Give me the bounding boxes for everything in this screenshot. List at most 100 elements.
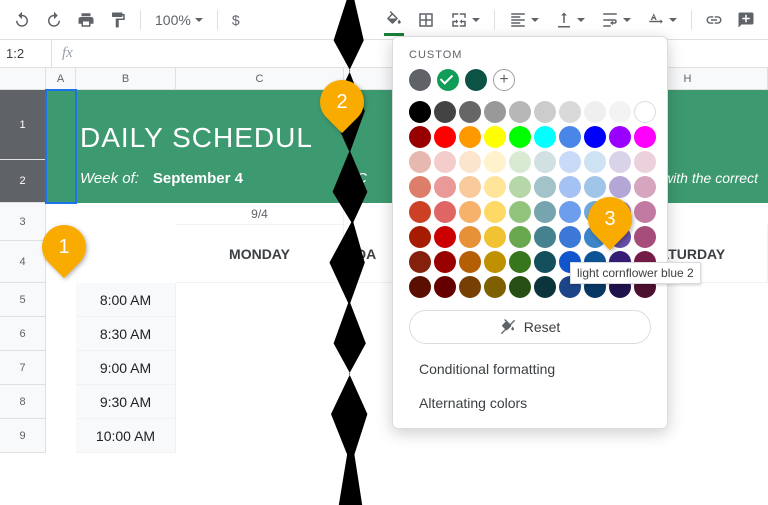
- currency-format-button[interactable]: $: [226, 6, 246, 34]
- undo-button[interactable]: [8, 6, 36, 34]
- palette-swatch[interactable]: [559, 201, 581, 223]
- merge-cells-dropdown[interactable]: [444, 6, 486, 34]
- palette-swatch[interactable]: [509, 176, 531, 198]
- custom-color-swatch[interactable]: [465, 69, 487, 91]
- palette-swatch[interactable]: [534, 126, 556, 148]
- palette-swatch[interactable]: [559, 151, 581, 173]
- time-cell[interactable]: 9:00 AM: [76, 351, 176, 385]
- palette-swatch[interactable]: [509, 251, 531, 273]
- palette-swatch[interactable]: [434, 101, 456, 123]
- palette-swatch[interactable]: [509, 226, 531, 248]
- fill-color-button[interactable]: [380, 6, 408, 34]
- print-button[interactable]: [72, 6, 100, 34]
- palette-swatch[interactable]: [584, 176, 606, 198]
- alternating-colors-link[interactable]: Alternating colors: [409, 386, 651, 420]
- time-cell[interactable]: 8:00 AM: [76, 283, 176, 317]
- palette-swatch[interactable]: [634, 226, 656, 248]
- row-header[interactable]: 3: [0, 203, 46, 241]
- palette-swatch[interactable]: [434, 276, 456, 298]
- row-header[interactable]: 7: [0, 351, 46, 385]
- row-header[interactable]: 1: [0, 90, 46, 160]
- palette-swatch[interactable]: [634, 151, 656, 173]
- palette-swatch[interactable]: [534, 251, 556, 273]
- zoom-dropdown[interactable]: 100%: [149, 6, 209, 34]
- palette-swatch[interactable]: [559, 176, 581, 198]
- palette-swatch[interactable]: [409, 126, 431, 148]
- column-header[interactable]: B: [76, 68, 176, 90]
- palette-swatch[interactable]: [409, 276, 431, 298]
- palette-swatch[interactable]: [534, 201, 556, 223]
- palette-swatch[interactable]: [409, 176, 431, 198]
- palette-swatch[interactable]: [409, 251, 431, 273]
- time-cell[interactable]: 9:30 AM: [76, 385, 176, 419]
- palette-swatch[interactable]: [434, 201, 456, 223]
- time-cell[interactable]: 10:00 AM: [76, 419, 176, 453]
- palette-swatch[interactable]: [509, 126, 531, 148]
- palette-swatch[interactable]: [534, 176, 556, 198]
- palette-swatch[interactable]: [509, 101, 531, 123]
- palette-swatch[interactable]: [534, 226, 556, 248]
- text-rotation-dropdown[interactable]: [641, 6, 683, 34]
- custom-color-swatch-selected[interactable]: [437, 69, 459, 91]
- palette-swatch[interactable]: [559, 101, 581, 123]
- palette-swatch[interactable]: [434, 176, 456, 198]
- palette-swatch[interactable]: [509, 151, 531, 173]
- palette-swatch[interactable]: [584, 101, 606, 123]
- borders-button[interactable]: [412, 6, 440, 34]
- palette-swatch[interactable]: [484, 251, 506, 273]
- palette-swatch[interactable]: [634, 201, 656, 223]
- palette-swatch[interactable]: [434, 126, 456, 148]
- row-header[interactable]: 6: [0, 317, 46, 351]
- palette-swatch[interactable]: [459, 151, 481, 173]
- palette-swatch[interactable]: [484, 201, 506, 223]
- palette-swatch[interactable]: [534, 151, 556, 173]
- conditional-formatting-link[interactable]: Conditional formatting: [409, 352, 651, 386]
- palette-swatch[interactable]: [609, 151, 631, 173]
- text-wrap-dropdown[interactable]: [595, 6, 637, 34]
- palette-swatch[interactable]: [459, 101, 481, 123]
- name-box[interactable]: 1:2: [0, 40, 52, 67]
- palette-swatch[interactable]: [509, 201, 531, 223]
- palette-swatch[interactable]: [584, 151, 606, 173]
- palette-swatch[interactable]: [484, 101, 506, 123]
- palette-swatch[interactable]: [409, 226, 431, 248]
- palette-swatch[interactable]: [534, 101, 556, 123]
- time-cell[interactable]: 8:30 AM: [76, 317, 176, 351]
- palette-swatch[interactable]: [609, 101, 631, 123]
- row-header[interactable]: 4: [0, 241, 46, 283]
- palette-swatch[interactable]: [459, 276, 481, 298]
- paint-format-button[interactable]: [104, 6, 132, 34]
- vertical-align-dropdown[interactable]: [549, 6, 591, 34]
- horizontal-align-dropdown[interactable]: [503, 6, 545, 34]
- palette-swatch[interactable]: [609, 176, 631, 198]
- redo-button[interactable]: [40, 6, 68, 34]
- palette-swatch[interactable]: [434, 151, 456, 173]
- palette-swatch[interactable]: [634, 126, 656, 148]
- palette-swatch[interactable]: [559, 126, 581, 148]
- row-header[interactable]: 5: [0, 283, 46, 317]
- palette-swatch[interactable]: [509, 276, 531, 298]
- insert-link-button[interactable]: [700, 6, 728, 34]
- palette-swatch[interactable]: [634, 176, 656, 198]
- row-header[interactable]: 9: [0, 419, 46, 453]
- palette-swatch[interactable]: [409, 151, 431, 173]
- palette-swatch[interactable]: [459, 126, 481, 148]
- palette-swatch[interactable]: [484, 276, 506, 298]
- palette-swatch[interactable]: [484, 176, 506, 198]
- palette-swatch[interactable]: [409, 101, 431, 123]
- palette-swatch[interactable]: [459, 176, 481, 198]
- palette-swatch[interactable]: [434, 251, 456, 273]
- palette-swatch[interactable]: [484, 151, 506, 173]
- row-header[interactable]: 8: [0, 385, 46, 419]
- palette-swatch[interactable]: [534, 276, 556, 298]
- row-header[interactable]: 2: [0, 160, 46, 203]
- palette-swatch[interactable]: [434, 226, 456, 248]
- palette-swatch[interactable]: [484, 126, 506, 148]
- custom-color-swatch[interactable]: [409, 69, 431, 91]
- palette-swatch[interactable]: [409, 201, 431, 223]
- insert-comment-button[interactable]: [732, 6, 760, 34]
- palette-swatch[interactable]: [609, 126, 631, 148]
- select-all-corner[interactable]: [0, 68, 46, 90]
- palette-swatch[interactable]: [484, 226, 506, 248]
- palette-swatch[interactable]: [459, 226, 481, 248]
